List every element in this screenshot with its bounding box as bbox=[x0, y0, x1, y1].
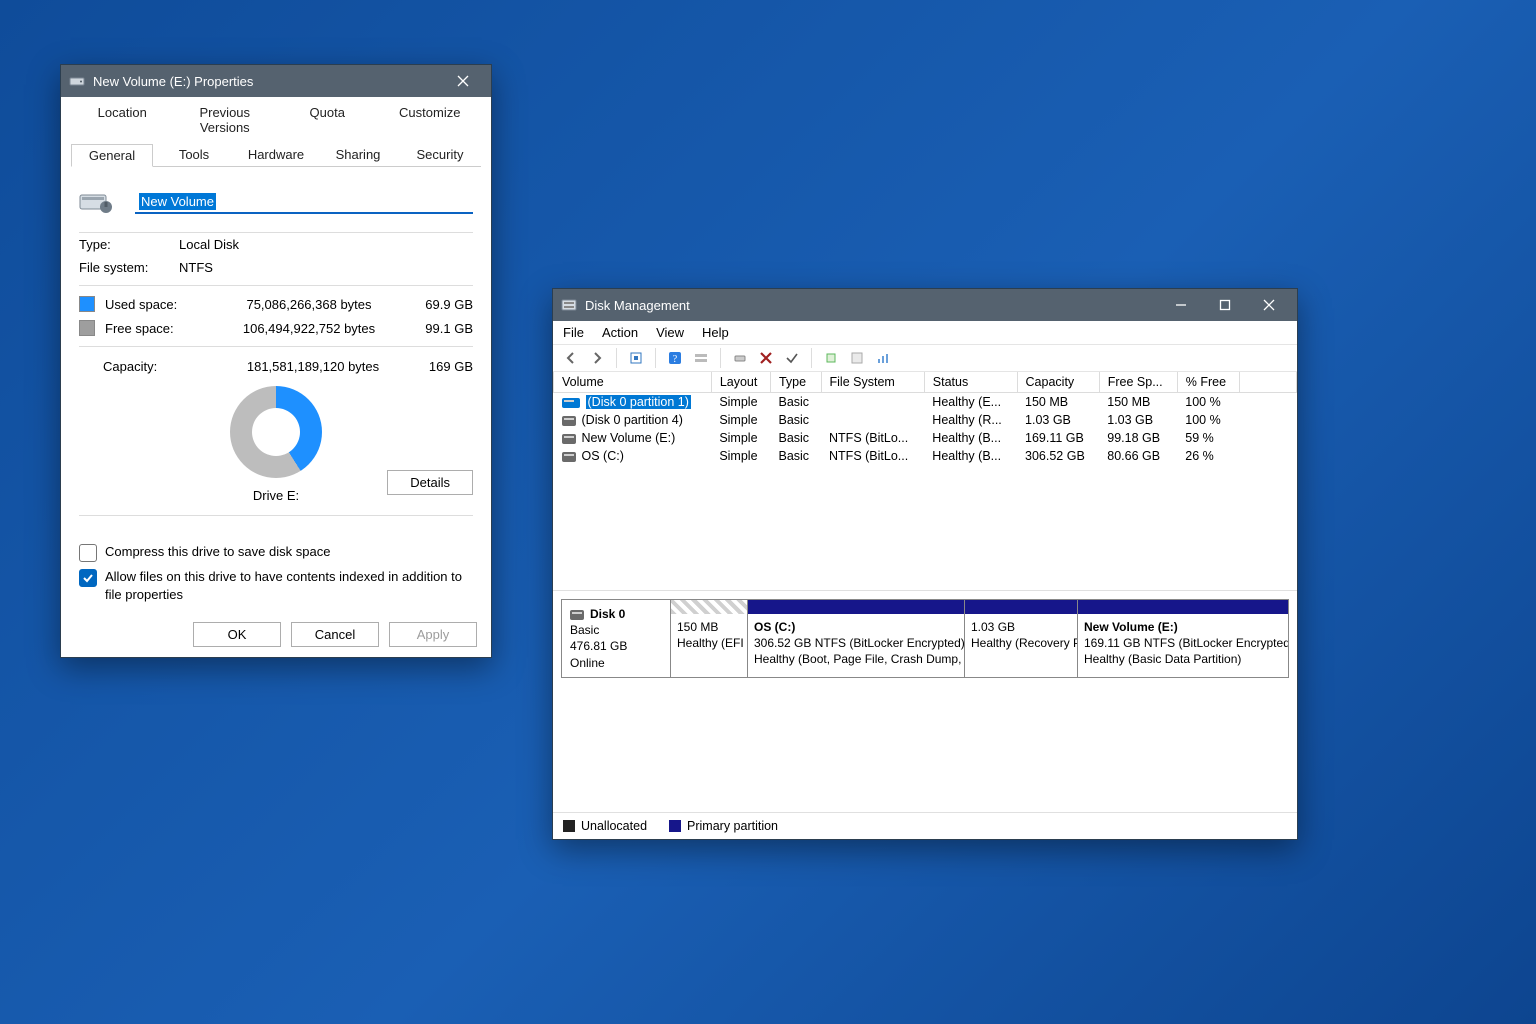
column-header[interactable]: Type bbox=[770, 372, 821, 393]
window-title: Disk Management bbox=[585, 298, 690, 313]
tab-previous-versions[interactable]: Previous Versions bbox=[174, 101, 277, 139]
add-icon[interactable] bbox=[821, 348, 841, 368]
column-header[interactable]: File System bbox=[821, 372, 924, 393]
partition[interactable]: 150 MBHealthy (EFI S bbox=[671, 600, 748, 677]
drive-icon bbox=[69, 73, 85, 89]
toolbar: ? bbox=[553, 345, 1297, 372]
free-space-row: Free space: 106,494,922,752 bytes 99.1 G… bbox=[79, 316, 473, 340]
menu-action[interactable]: Action bbox=[602, 325, 638, 340]
back-icon[interactable] bbox=[561, 348, 581, 368]
used-swatch bbox=[79, 296, 95, 312]
tab-quota[interactable]: Quota bbox=[276, 101, 379, 139]
index-checkbox[interactable] bbox=[79, 569, 97, 587]
volume-row[interactable]: OS (C:)SimpleBasicNTFS (BitLo...Healthy … bbox=[554, 447, 1297, 465]
tab-general[interactable]: General bbox=[71, 144, 153, 167]
menubar: File Action View Help bbox=[553, 321, 1297, 345]
partition[interactable]: 1.03 GBHealthy (Recovery P bbox=[965, 600, 1078, 677]
close-button[interactable] bbox=[443, 65, 483, 97]
refresh-icon[interactable] bbox=[626, 348, 646, 368]
disk-mgmt-icon bbox=[561, 297, 577, 313]
free-swatch bbox=[79, 320, 95, 336]
titlebar[interactable]: Disk Management bbox=[553, 289, 1297, 321]
close-button[interactable] bbox=[1249, 289, 1289, 321]
menu-file[interactable]: File bbox=[563, 325, 584, 340]
device-icon[interactable] bbox=[730, 348, 750, 368]
legend: Unallocated Primary partition bbox=[553, 812, 1297, 839]
drive-large-icon bbox=[79, 187, 113, 218]
fs-label: File system: bbox=[79, 260, 179, 275]
volume-properties-dialog: New Volume (E:) Properties Location Prev… bbox=[60, 64, 492, 658]
compress-label: Compress this drive to save disk space bbox=[105, 543, 330, 561]
volume-row[interactable]: (Disk 0 partition 1)SimpleBasicHealthy (… bbox=[554, 393, 1297, 412]
disk-icon bbox=[570, 610, 584, 620]
usage-pie-chart bbox=[230, 386, 322, 478]
column-header[interactable]: Layout bbox=[711, 372, 770, 393]
partition[interactable]: New Volume (E:)169.11 GB NTFS (BitLocker… bbox=[1078, 600, 1288, 677]
tab-customize[interactable]: Customize bbox=[379, 101, 482, 139]
maximize-button[interactable] bbox=[1205, 289, 1245, 321]
chart-icon[interactable] bbox=[873, 348, 893, 368]
delete-icon[interactable] bbox=[756, 348, 776, 368]
partition[interactable]: OS (C:)306.52 GB NTFS (BitLocker Encrypt… bbox=[748, 600, 965, 677]
menu-help[interactable]: Help bbox=[702, 325, 729, 340]
capacity-row: Capacity: 181,581,189,120 bytes 169 GB bbox=[79, 353, 473, 380]
legend-unallocated-swatch bbox=[563, 820, 575, 832]
column-header[interactable]: Volume bbox=[554, 372, 712, 393]
legend-primary-swatch bbox=[669, 820, 681, 832]
tabs-row-2: General Tools Hardware Sharing Security bbox=[71, 143, 481, 167]
column-header[interactable]: Status bbox=[924, 372, 1017, 393]
volume-row[interactable]: New Volume (E:)SimpleBasicNTFS (BitLo...… bbox=[554, 429, 1297, 447]
view2-icon[interactable] bbox=[691, 348, 711, 368]
window-title: New Volume (E:) Properties bbox=[93, 74, 253, 89]
volume-label-input[interactable]: New Volume bbox=[135, 191, 473, 214]
column-header[interactable]: Free Sp... bbox=[1099, 372, 1177, 393]
tabs-row-1: Location Previous Versions Quota Customi… bbox=[71, 101, 481, 139]
disk-management-window: Disk Management File Action View Help ? … bbox=[552, 288, 1298, 840]
index-label: Allow files on this drive to have conten… bbox=[105, 568, 473, 603]
wizard-icon[interactable] bbox=[847, 348, 867, 368]
tab-security[interactable]: Security bbox=[399, 143, 481, 166]
tab-tools[interactable]: Tools bbox=[153, 143, 235, 166]
minimize-button[interactable] bbox=[1161, 289, 1201, 321]
disk-graphical-row[interactable]: Disk 0 Basic 476.81 GB Online 150 MBHeal… bbox=[561, 599, 1289, 678]
volume-list[interactable]: VolumeLayoutTypeFile SystemStatusCapacit… bbox=[553, 372, 1297, 591]
titlebar[interactable]: New Volume (E:) Properties bbox=[61, 65, 491, 97]
disk-header[interactable]: Disk 0 Basic 476.81 GB Online bbox=[562, 600, 671, 677]
type-value: Local Disk bbox=[179, 237, 239, 252]
apply-button[interactable]: Apply bbox=[389, 622, 477, 647]
column-header[interactable]: Capacity bbox=[1017, 372, 1099, 393]
check-icon[interactable] bbox=[782, 348, 802, 368]
tab-sharing[interactable]: Sharing bbox=[317, 143, 399, 166]
forward-icon[interactable] bbox=[587, 348, 607, 368]
used-space-row: Used space: 75,086,266,368 bytes 69.9 GB bbox=[79, 292, 473, 316]
help-icon[interactable]: ? bbox=[665, 348, 685, 368]
fs-value: NTFS bbox=[179, 260, 213, 275]
svg-text:?: ? bbox=[673, 354, 678, 365]
tab-location[interactable]: Location bbox=[71, 101, 174, 139]
details-button[interactable]: Details bbox=[387, 470, 473, 495]
type-label: Type: bbox=[79, 237, 179, 252]
compress-checkbox[interactable] bbox=[79, 544, 97, 562]
tab-hardware[interactable]: Hardware bbox=[235, 143, 317, 166]
ok-button[interactable]: OK bbox=[193, 622, 281, 647]
volume-row[interactable]: (Disk 0 partition 4)SimpleBasicHealthy (… bbox=[554, 411, 1297, 429]
drive-caption: Drive E: bbox=[253, 488, 299, 503]
column-header[interactable]: % Free bbox=[1177, 372, 1239, 393]
menu-view[interactable]: View bbox=[656, 325, 684, 340]
cancel-button[interactable]: Cancel bbox=[291, 622, 379, 647]
